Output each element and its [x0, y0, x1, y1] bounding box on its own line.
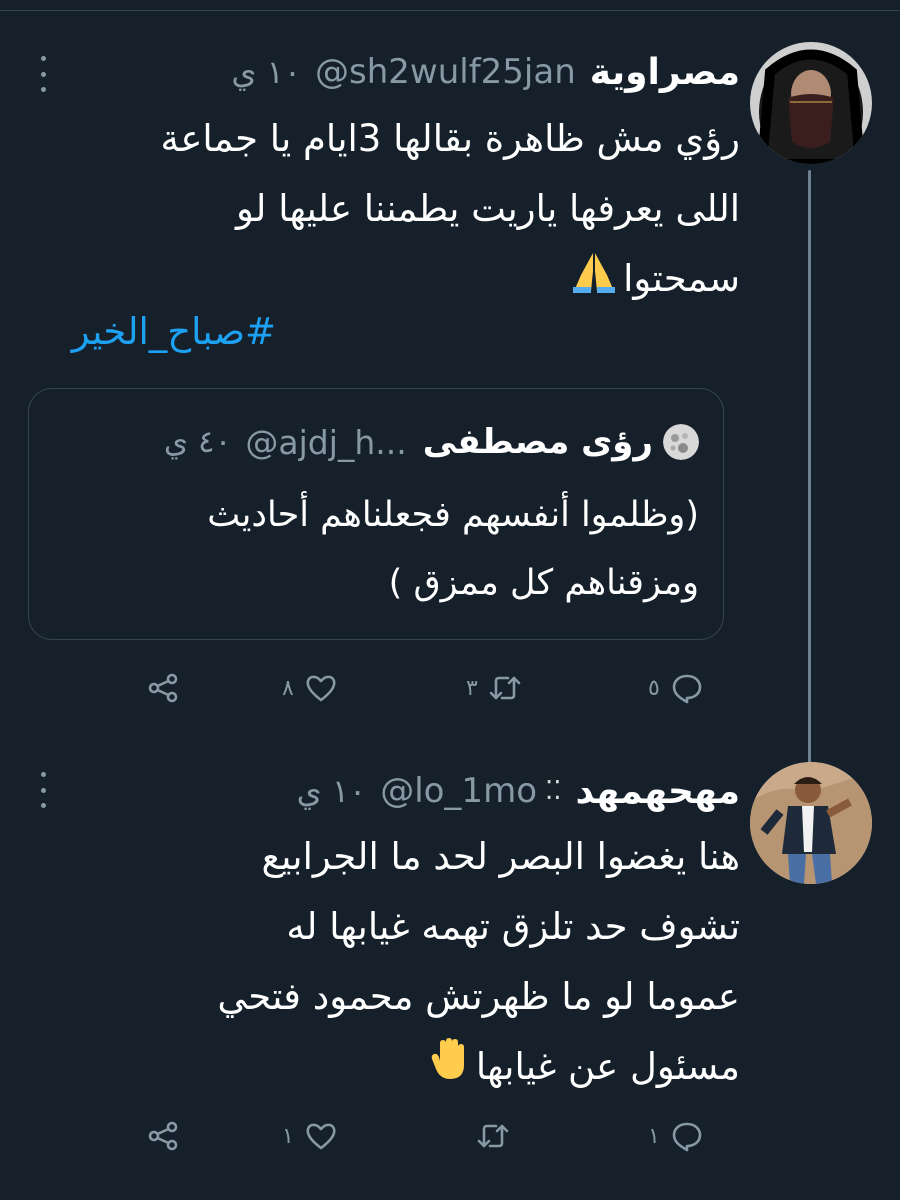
share-button[interactable]	[146, 668, 180, 708]
avatar[interactable]	[750, 42, 872, 164]
tweet-text-line: تشوف حد تلزق تهمه غيابها له	[286, 905, 740, 948]
tweet-actions: ١ ١	[0, 1116, 900, 1156]
tweet-text-line: سمحتوا	[160, 244, 740, 316]
like-count: ١	[282, 1123, 294, 1149]
more-vertical-icon[interactable]	[38, 56, 48, 92]
tweet-actions: ٨ ٣ ٥	[0, 668, 900, 708]
reply-count: ٥	[648, 675, 660, 701]
reply-icon	[672, 674, 702, 704]
retweet-icon	[489, 676, 521, 700]
hashtag-link[interactable]: #صباح_الخير	[72, 310, 276, 353]
heart-icon	[306, 1123, 336, 1150]
quoted-text-line: (وظلموا أنفسهم فجعلناهم أحاديث	[207, 495, 699, 535]
reply-button[interactable]: ٥	[648, 668, 704, 708]
quoted-tweet[interactable]: رؤى مصطفى @ajdj_h... ٤٠ ي (وظلموا أنفسهم…	[28, 388, 724, 640]
quoted-display-name: رؤى مصطفى	[422, 422, 653, 462]
tweet-text-line: هنا يغضوا البصر لحد ما الجرابيع	[261, 835, 740, 878]
tweet-text-line: رؤي مش ظاهرة بقالها 3ايام يا جماعة	[160, 117, 740, 160]
more-vertical-icon[interactable]	[38, 772, 48, 808]
quoted-tweet-header: رؤى مصطفى @ajdj_h... ٤٠ ي	[164, 417, 699, 467]
display-name[interactable]: مصراوية	[590, 52, 740, 93]
tweet-text-line: مسئول عن غيابها	[217, 1032, 740, 1104]
name-decoration: ⁚⁚	[545, 776, 562, 806]
share-icon	[148, 673, 178, 703]
like-button[interactable]: ١	[282, 1116, 338, 1156]
retweet-icon	[477, 1124, 509, 1148]
retweet-button[interactable]	[466, 1116, 510, 1156]
timestamp[interactable]: ١٠ ي	[231, 53, 301, 91]
share-button[interactable]	[146, 1116, 180, 1156]
tweet-text-line-part: مسئول عن غيابها	[475, 1045, 740, 1088]
quoted-user-handle: @ajdj_h...	[245, 422, 407, 462]
quoted-timestamp: ٤٠ ي	[163, 424, 232, 460]
quoted-avatar	[663, 424, 699, 460]
share-icon	[148, 1121, 178, 1151]
tweet-text: رؤي مش ظاهرة بقالها 3ايام يا جماعة اللى …	[160, 104, 740, 316]
like-count: ٨	[282, 675, 294, 701]
display-name[interactable]: مهحهمهد	[576, 771, 740, 812]
reply-button[interactable]: ١	[648, 1116, 704, 1156]
tweet-text-line: اللى يعرفها ياريت يطمننا عليها لو	[236, 187, 740, 230]
heart-icon	[306, 675, 336, 702]
tweet-text: هنا يغضوا البصر لحد ما الجرابيع تشوف حد …	[217, 822, 740, 1104]
timestamp[interactable]: ١٠ ي	[297, 772, 367, 810]
user-handle[interactable]: @sh2wulf25jan	[315, 52, 576, 92]
like-button[interactable]: ٨	[282, 668, 338, 708]
folded-hands-emoji	[571, 246, 617, 316]
top-divider	[0, 10, 900, 11]
quoted-text: (وظلموا أنفسهم فجعلناهم أحاديث ومزقناهم …	[207, 481, 699, 617]
tweet-text-line: عموما لو ما ظهرتش محمود فتحي	[217, 975, 740, 1018]
avatar[interactable]	[750, 762, 872, 884]
raised-hand-emoji	[430, 1034, 470, 1104]
tweet-header: مهحهمهد ⁚⁚ @lo_1mo ١٠ ي	[297, 763, 740, 819]
user-handle[interactable]: @lo_1mo	[380, 771, 537, 811]
retweet-count: ٣	[466, 675, 478, 701]
retweet-button[interactable]: ٣	[466, 668, 522, 708]
quoted-text-line: ومزقناهم كل ممزق )	[388, 563, 699, 603]
tweet-text-line-part: سمحتوا	[623, 257, 740, 300]
tweet-header: مصراوية @sh2wulf25jan ١٠ ي	[231, 44, 740, 100]
reply-icon	[672, 1122, 702, 1152]
reply-count: ١	[648, 1123, 660, 1149]
